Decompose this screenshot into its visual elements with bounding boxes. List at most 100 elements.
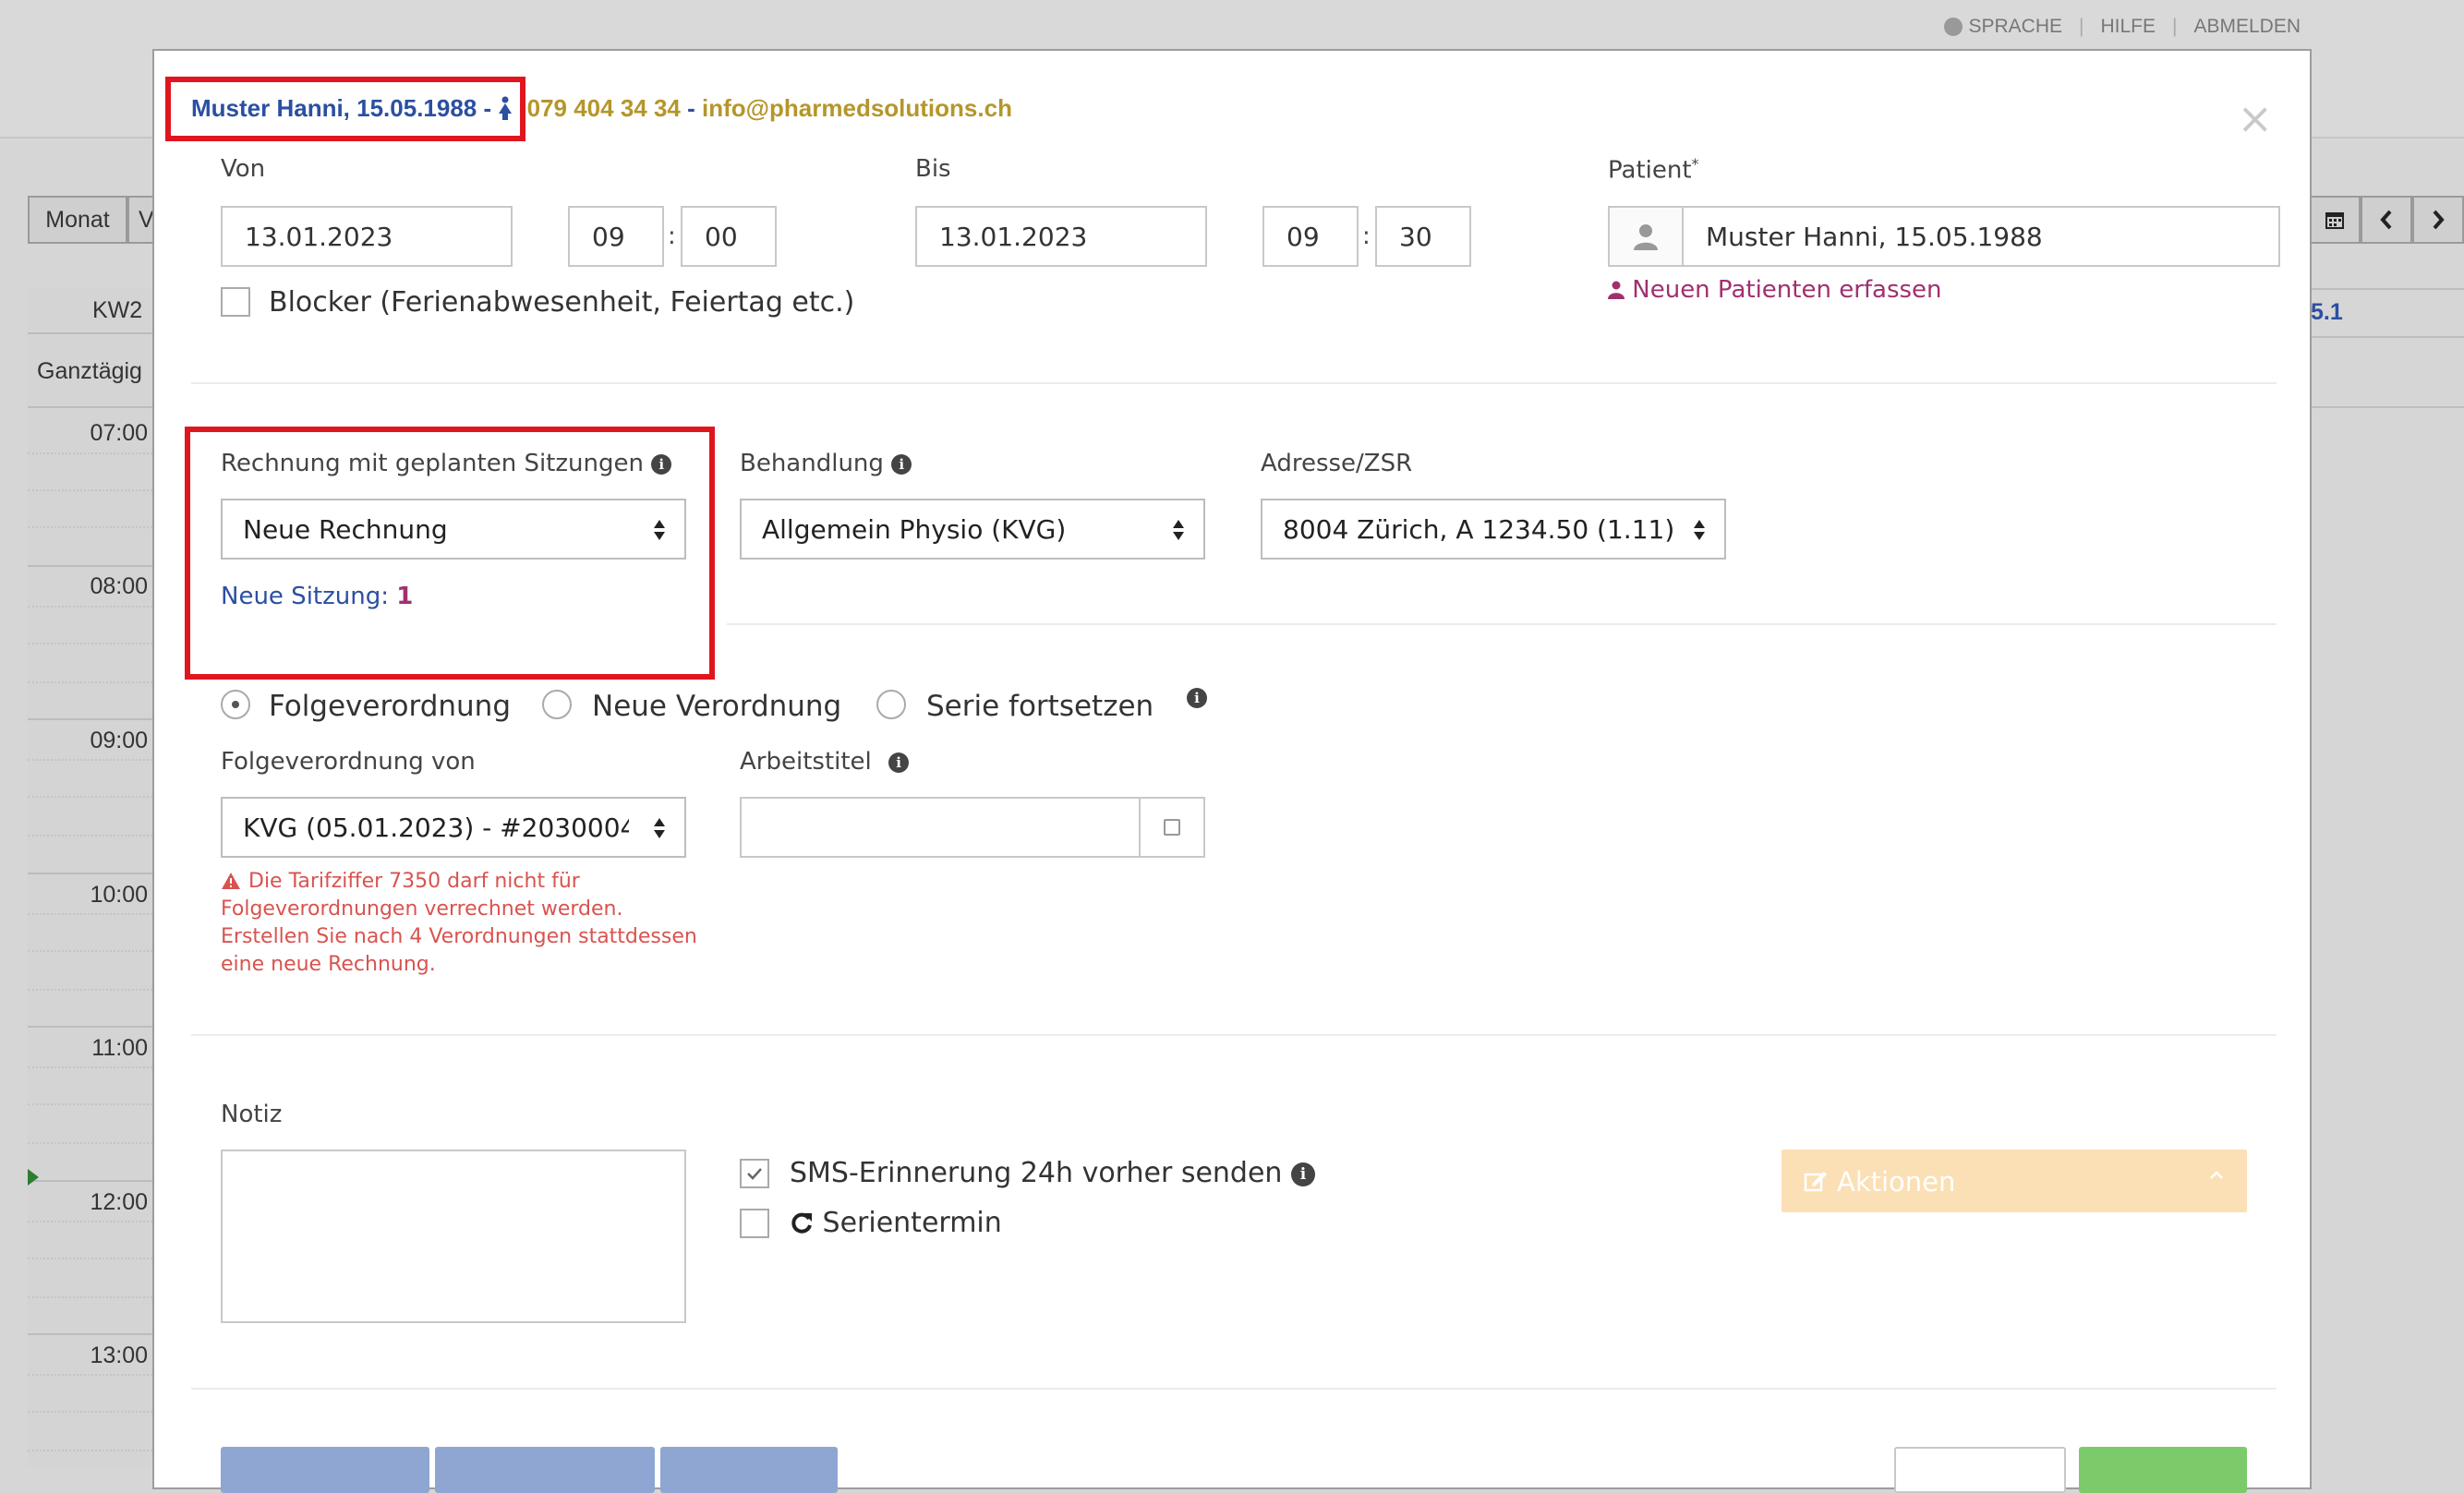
von-date-input[interactable]: 13.01.2023 (221, 206, 513, 267)
gutter-line (28, 796, 152, 798)
warning-text: eine neue Rechnung. (221, 953, 436, 976)
sort-arrows-icon (654, 818, 665, 838)
von-hour-input[interactable]: 09 (568, 206, 664, 267)
patient-name-dob: Muster Hanni, 15.05.1988 - (191, 94, 492, 122)
section-divider (191, 1034, 2277, 1036)
info-icon[interactable]: i (891, 453, 912, 475)
language-link[interactable]: SPRACHE (1968, 16, 2062, 38)
help-link[interactable]: HILFE (2100, 16, 2156, 38)
section-divider (191, 1388, 2277, 1390)
new-patient-link-text: Neuen Patienten erfassen (1632, 276, 1942, 304)
gutter-line (28, 950, 152, 952)
calendar-icon-button[interactable] (2309, 196, 2361, 244)
all-day-label: Ganztägig (37, 358, 142, 384)
next-button[interactable] (2412, 196, 2464, 244)
treatment-label: Behandlung i (740, 450, 912, 477)
time-label: 09:00 (90, 728, 148, 753)
invoice-select-value: Neue Rechnung (243, 513, 448, 545)
prev-button[interactable] (2361, 196, 2412, 244)
radio-folgeverordnung[interactable] (221, 690, 250, 719)
radio-serie-fortsetzen[interactable] (876, 690, 906, 719)
footer-button-3[interactable] (660, 1447, 838, 1493)
section-divider (191, 382, 2277, 384)
patient-value: Muster Hanni, 15.05.1988 (1706, 221, 2043, 252)
worktitle-addon[interactable] (1139, 797, 1205, 858)
user-icon (1634, 224, 1658, 250)
patient-input[interactable]: Muster Hanni, 15.05.1988 (1608, 206, 2280, 267)
info-icon[interactable]: i (1290, 1162, 1315, 1186)
blocker-checkbox[interactable] (221, 287, 250, 317)
footer-button-2[interactable] (435, 1447, 655, 1493)
treatment-label-text: Behandlung (740, 450, 884, 477)
gutter-line (28, 1374, 152, 1376)
tariff-warning: Die Tarifziffer 7350 darf nicht für Folg… (221, 868, 701, 979)
week-number: KW2 (92, 297, 143, 323)
gutter-line (28, 1103, 152, 1105)
time-label: 13:00 (90, 1342, 148, 1368)
invoice-select[interactable]: Neue Rechnung (221, 499, 686, 560)
sort-arrows-icon (1173, 520, 1184, 540)
close-icon[interactable]: × (2237, 93, 2273, 143)
actions-dropdown[interactable]: Aktionen (1782, 1150, 2247, 1212)
radio-folgeverordnung-label: Folgeverordnung (269, 690, 512, 723)
gutter-line (28, 526, 152, 528)
worktitle-input[interactable] (740, 797, 1141, 858)
gutter-line (28, 681, 152, 683)
patient-addon (1610, 208, 1684, 265)
address-select[interactable]: 8004 Zürich, A 1234.50 (1.11) (1261, 499, 1726, 560)
gutter-line (28, 873, 152, 874)
blocker-label: Blocker (Ferienabwesenheit, Feiertag etc… (269, 286, 855, 319)
series-label-text: Serientermin (822, 1207, 1002, 1239)
logout-link[interactable]: ABMELDEN (2193, 16, 2301, 38)
bis-minute-input[interactable]: 30 (1375, 206, 1471, 267)
time-label: 08:00 (90, 573, 148, 599)
chevron-left-icon (2380, 210, 2392, 230)
patient-label-text: Patient (1608, 156, 1692, 185)
radio-neue-verordnung[interactable] (542, 690, 572, 719)
new-patient-link[interactable]: Neuen Patienten erfassen (1608, 276, 1942, 304)
gutter-line (28, 1026, 152, 1028)
bis-date-input[interactable]: 13.01.2023 (915, 206, 1207, 267)
radio-serie-fortsetzen-label: Serie fortsetzen (926, 690, 1154, 723)
month-view-button[interactable]: Monat (28, 196, 127, 244)
gutter-line (28, 1333, 152, 1335)
week-view-button[interactable]: V (127, 196, 155, 244)
warning-line: Die Tarifziffer 7350 darf nicht für (221, 868, 701, 896)
refresh-icon (791, 1212, 812, 1234)
sort-arrows-icon (1694, 520, 1705, 540)
patient-header: Muster Hanni, 15.05.1988 - 079 404 34 34… (191, 94, 1012, 123)
footer-button-1[interactable] (221, 1447, 429, 1493)
bis-label: Bis (915, 155, 951, 183)
female-icon (499, 96, 513, 120)
treatment-select[interactable]: Allgemein Physio (KVG) (740, 499, 1205, 560)
info-icon[interactable]: i (888, 752, 910, 773)
von-minute-input[interactable]: 00 (681, 206, 777, 267)
warning-text: Die Tarifziffer 7350 darf nicht für (248, 870, 580, 893)
bis-hour-input[interactable]: 09 (1262, 206, 1359, 267)
note-label: Notiz (221, 1101, 283, 1128)
save-button[interactable] (2079, 1447, 2247, 1493)
info-icon[interactable]: i (1187, 688, 1207, 708)
time-gutter (28, 288, 154, 1467)
sms-label: SMS-Erinnerung 24h vorher senden i (790, 1157, 1315, 1189)
worktitle-checkbox[interactable] (1164, 819, 1180, 836)
sms-checkbox[interactable] (740, 1159, 769, 1188)
warning-text: Folgeverordnungen verrechnet werden. (221, 897, 623, 921)
series-checkbox[interactable] (740, 1209, 769, 1238)
time-label: 12:00 (90, 1189, 148, 1215)
gutter-line (28, 718, 152, 720)
sms-label-text: SMS-Erinnerung 24h vorher senden (790, 1157, 1283, 1189)
followup-select[interactable]: KVG (05.01.2023) - #2030004 - 5. (221, 797, 686, 858)
warning-icon (222, 873, 240, 889)
treatment-select-value: Allgemein Physio (KVG) (762, 513, 1067, 545)
day-header-label: 5.1 (2311, 299, 2343, 325)
note-textarea[interactable] (221, 1150, 686, 1323)
nav-separator: | (2172, 16, 2178, 37)
gutter-line (28, 332, 152, 334)
cancel-button[interactable] (1894, 1447, 2066, 1493)
gutter-line (28, 835, 152, 837)
chevron-up-icon (2210, 1171, 2223, 1179)
info-icon[interactable]: i (651, 453, 672, 475)
warning-text: Erstellen Sie nach 4 Verordnungen stattd… (221, 925, 697, 948)
followup-select-value: KVG (05.01.2023) - #2030004 - 5. (243, 812, 629, 843)
